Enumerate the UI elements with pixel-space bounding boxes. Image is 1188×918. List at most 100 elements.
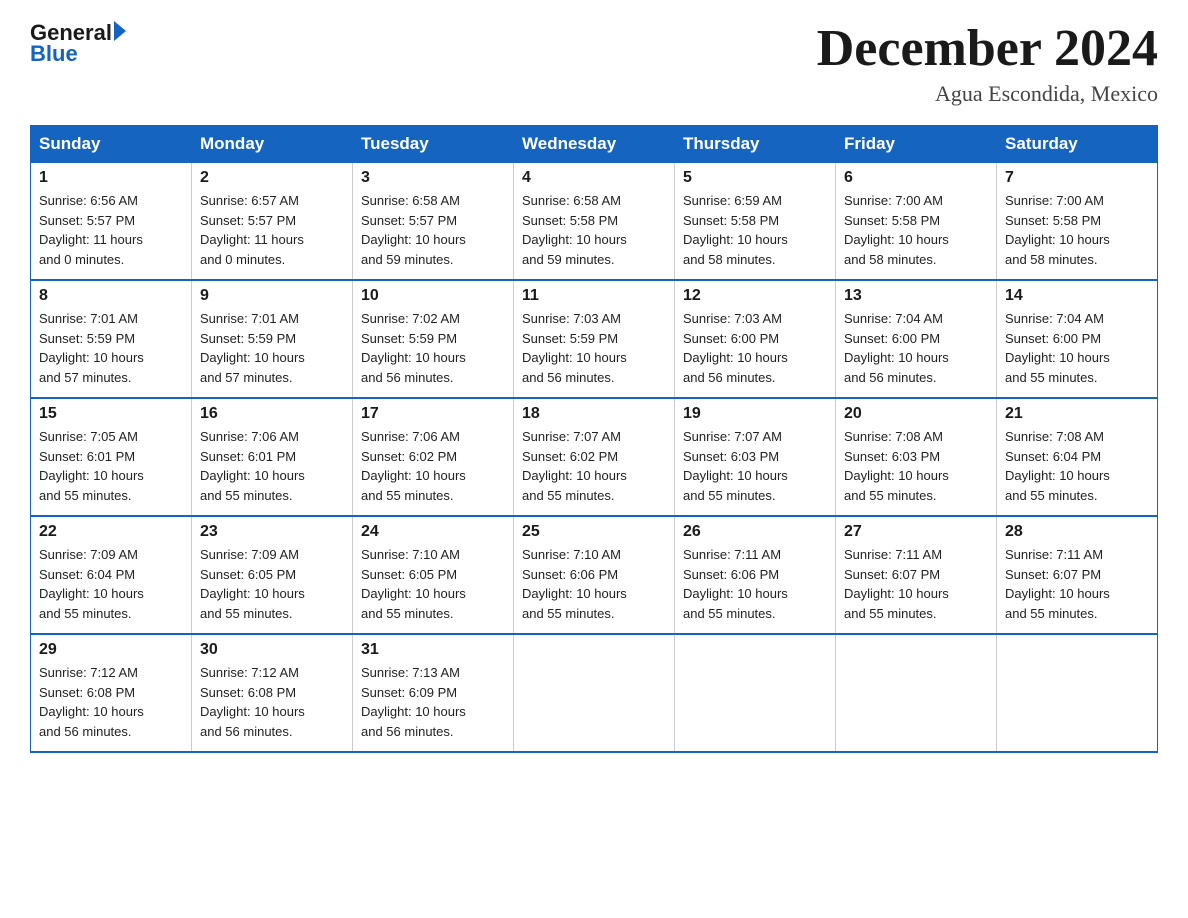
day-number: 24 bbox=[361, 523, 505, 541]
calendar-cell: 2 Sunrise: 6:57 AMSunset: 5:57 PMDayligh… bbox=[192, 163, 353, 281]
calendar-cell: 24 Sunrise: 7:10 AMSunset: 6:05 PMDaylig… bbox=[353, 516, 514, 634]
day-info: Sunrise: 7:10 AMSunset: 6:05 PMDaylight:… bbox=[361, 545, 505, 623]
calendar-cell: 25 Sunrise: 7:10 AMSunset: 6:06 PMDaylig… bbox=[514, 516, 675, 634]
calendar-table: Sunday Monday Tuesday Wednesday Thursday… bbox=[30, 125, 1158, 753]
col-wednesday: Wednesday bbox=[514, 126, 675, 163]
day-number: 19 bbox=[683, 405, 827, 423]
day-number: 14 bbox=[1005, 287, 1149, 305]
day-number: 23 bbox=[200, 523, 344, 541]
calendar-cell: 5 Sunrise: 6:59 AMSunset: 5:58 PMDayligh… bbox=[675, 163, 836, 281]
calendar-cell: 10 Sunrise: 7:02 AMSunset: 5:59 PMDaylig… bbox=[353, 280, 514, 398]
calendar-cell: 6 Sunrise: 7:00 AMSunset: 5:58 PMDayligh… bbox=[836, 163, 997, 281]
day-info: Sunrise: 7:03 AMSunset: 6:00 PMDaylight:… bbox=[683, 309, 827, 387]
day-number: 6 bbox=[844, 169, 988, 187]
calendar-cell: 15 Sunrise: 7:05 AMSunset: 6:01 PMDaylig… bbox=[31, 398, 192, 516]
calendar-cell: 20 Sunrise: 7:08 AMSunset: 6:03 PMDaylig… bbox=[836, 398, 997, 516]
day-info: Sunrise: 7:00 AMSunset: 5:58 PMDaylight:… bbox=[844, 191, 988, 269]
day-number: 11 bbox=[522, 287, 666, 305]
col-tuesday: Tuesday bbox=[353, 126, 514, 163]
day-info: Sunrise: 7:06 AMSunset: 6:01 PMDaylight:… bbox=[200, 427, 344, 505]
month-title: December 2024 bbox=[817, 20, 1158, 77]
day-info: Sunrise: 6:56 AMSunset: 5:57 PMDaylight:… bbox=[39, 191, 183, 269]
day-info: Sunrise: 6:57 AMSunset: 5:57 PMDaylight:… bbox=[200, 191, 344, 269]
day-info: Sunrise: 7:12 AMSunset: 6:08 PMDaylight:… bbox=[39, 663, 183, 741]
day-info: Sunrise: 7:04 AMSunset: 6:00 PMDaylight:… bbox=[1005, 309, 1149, 387]
day-info: Sunrise: 7:08 AMSunset: 6:03 PMDaylight:… bbox=[844, 427, 988, 505]
day-number: 17 bbox=[361, 405, 505, 423]
day-info: Sunrise: 7:00 AMSunset: 5:58 PMDaylight:… bbox=[1005, 191, 1149, 269]
calendar-cell bbox=[997, 634, 1158, 752]
day-number: 30 bbox=[200, 641, 344, 659]
calendar-cell: 12 Sunrise: 7:03 AMSunset: 6:00 PMDaylig… bbox=[675, 280, 836, 398]
day-number: 16 bbox=[200, 405, 344, 423]
day-number: 28 bbox=[1005, 523, 1149, 541]
day-info: Sunrise: 7:08 AMSunset: 6:04 PMDaylight:… bbox=[1005, 427, 1149, 505]
col-thursday: Thursday bbox=[675, 126, 836, 163]
calendar-cell: 9 Sunrise: 7:01 AMSunset: 5:59 PMDayligh… bbox=[192, 280, 353, 398]
calendar-cell: 1 Sunrise: 6:56 AMSunset: 5:57 PMDayligh… bbox=[31, 163, 192, 281]
calendar-cell: 3 Sunrise: 6:58 AMSunset: 5:57 PMDayligh… bbox=[353, 163, 514, 281]
day-number: 31 bbox=[361, 641, 505, 659]
calendar-cell: 18 Sunrise: 7:07 AMSunset: 6:02 PMDaylig… bbox=[514, 398, 675, 516]
day-number: 10 bbox=[361, 287, 505, 305]
day-number: 26 bbox=[683, 523, 827, 541]
day-info: Sunrise: 7:01 AMSunset: 5:59 PMDaylight:… bbox=[39, 309, 183, 387]
day-number: 22 bbox=[39, 523, 183, 541]
calendar-cell bbox=[675, 634, 836, 752]
calendar-cell: 7 Sunrise: 7:00 AMSunset: 5:58 PMDayligh… bbox=[997, 163, 1158, 281]
logo: General Blue bbox=[30, 20, 126, 67]
calendar-cell: 21 Sunrise: 7:08 AMSunset: 6:04 PMDaylig… bbox=[997, 398, 1158, 516]
calendar-cell: 16 Sunrise: 7:06 AMSunset: 6:01 PMDaylig… bbox=[192, 398, 353, 516]
calendar-cell: 11 Sunrise: 7:03 AMSunset: 5:59 PMDaylig… bbox=[514, 280, 675, 398]
day-info: Sunrise: 7:12 AMSunset: 6:08 PMDaylight:… bbox=[200, 663, 344, 741]
calendar-cell: 14 Sunrise: 7:04 AMSunset: 6:00 PMDaylig… bbox=[997, 280, 1158, 398]
day-info: Sunrise: 7:11 AMSunset: 6:07 PMDaylight:… bbox=[1005, 545, 1149, 623]
day-info: Sunrise: 7:07 AMSunset: 6:03 PMDaylight:… bbox=[683, 427, 827, 505]
calendar-cell: 30 Sunrise: 7:12 AMSunset: 6:08 PMDaylig… bbox=[192, 634, 353, 752]
calendar-week-5: 29 Sunrise: 7:12 AMSunset: 6:08 PMDaylig… bbox=[31, 634, 1158, 752]
day-info: Sunrise: 7:11 AMSunset: 6:07 PMDaylight:… bbox=[844, 545, 988, 623]
day-info: Sunrise: 7:11 AMSunset: 6:06 PMDaylight:… bbox=[683, 545, 827, 623]
day-number: 25 bbox=[522, 523, 666, 541]
header-row: Sunday Monday Tuesday Wednesday Thursday… bbox=[31, 126, 1158, 163]
day-info: Sunrise: 7:09 AMSunset: 6:04 PMDaylight:… bbox=[39, 545, 183, 623]
day-number: 12 bbox=[683, 287, 827, 305]
calendar-cell: 19 Sunrise: 7:07 AMSunset: 6:03 PMDaylig… bbox=[675, 398, 836, 516]
day-info: Sunrise: 7:01 AMSunset: 5:59 PMDaylight:… bbox=[200, 309, 344, 387]
day-info: Sunrise: 7:05 AMSunset: 6:01 PMDaylight:… bbox=[39, 427, 183, 505]
col-friday: Friday bbox=[836, 126, 997, 163]
day-info: Sunrise: 7:09 AMSunset: 6:05 PMDaylight:… bbox=[200, 545, 344, 623]
calendar-cell: 4 Sunrise: 6:58 AMSunset: 5:58 PMDayligh… bbox=[514, 163, 675, 281]
calendar-cell: 26 Sunrise: 7:11 AMSunset: 6:06 PMDaylig… bbox=[675, 516, 836, 634]
day-number: 21 bbox=[1005, 405, 1149, 423]
day-number: 27 bbox=[844, 523, 988, 541]
day-info: Sunrise: 7:06 AMSunset: 6:02 PMDaylight:… bbox=[361, 427, 505, 505]
title-block: December 2024 Agua Escondida, Mexico bbox=[817, 20, 1158, 107]
day-info: Sunrise: 7:10 AMSunset: 6:06 PMDaylight:… bbox=[522, 545, 666, 623]
location: Agua Escondida, Mexico bbox=[817, 81, 1158, 107]
day-number: 7 bbox=[1005, 169, 1149, 187]
col-saturday: Saturday bbox=[997, 126, 1158, 163]
calendar-cell: 22 Sunrise: 7:09 AMSunset: 6:04 PMDaylig… bbox=[31, 516, 192, 634]
day-info: Sunrise: 6:58 AMSunset: 5:57 PMDaylight:… bbox=[361, 191, 505, 269]
calendar-cell: 13 Sunrise: 7:04 AMSunset: 6:00 PMDaylig… bbox=[836, 280, 997, 398]
day-info: Sunrise: 7:13 AMSunset: 6:09 PMDaylight:… bbox=[361, 663, 505, 741]
day-number: 9 bbox=[200, 287, 344, 305]
col-monday: Monday bbox=[192, 126, 353, 163]
logo-arrow-icon bbox=[114, 21, 126, 41]
calendar-week-1: 1 Sunrise: 6:56 AMSunset: 5:57 PMDayligh… bbox=[31, 163, 1158, 281]
calendar-cell: 29 Sunrise: 7:12 AMSunset: 6:08 PMDaylig… bbox=[31, 634, 192, 752]
day-number: 13 bbox=[844, 287, 988, 305]
calendar-cell: 27 Sunrise: 7:11 AMSunset: 6:07 PMDaylig… bbox=[836, 516, 997, 634]
calendar-cell: 28 Sunrise: 7:11 AMSunset: 6:07 PMDaylig… bbox=[997, 516, 1158, 634]
day-info: Sunrise: 7:03 AMSunset: 5:59 PMDaylight:… bbox=[522, 309, 666, 387]
day-number: 18 bbox=[522, 405, 666, 423]
day-info: Sunrise: 7:07 AMSunset: 6:02 PMDaylight:… bbox=[522, 427, 666, 505]
calendar-cell: 8 Sunrise: 7:01 AMSunset: 5:59 PMDayligh… bbox=[31, 280, 192, 398]
calendar-cell bbox=[514, 634, 675, 752]
day-number: 4 bbox=[522, 169, 666, 187]
day-info: Sunrise: 6:58 AMSunset: 5:58 PMDaylight:… bbox=[522, 191, 666, 269]
day-number: 15 bbox=[39, 405, 183, 423]
calendar-cell: 17 Sunrise: 7:06 AMSunset: 6:02 PMDaylig… bbox=[353, 398, 514, 516]
day-number: 5 bbox=[683, 169, 827, 187]
